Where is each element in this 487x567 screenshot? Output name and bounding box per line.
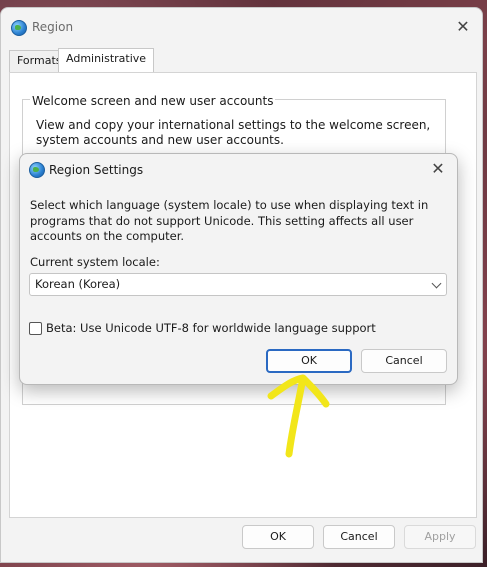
beta-utf8-label[interactable]: Beta: Use Unicode UTF-8 for worldwide la… bbox=[46, 321, 376, 335]
tab-administrative[interactable]: Administrative bbox=[58, 48, 155, 73]
beta-utf8-checkbox[interactable] bbox=[29, 322, 42, 335]
locale-value: Korean (Korea) bbox=[35, 277, 121, 291]
system-locale-select[interactable]: Korean (Korea) bbox=[29, 273, 447, 296]
groupbox-legend: Welcome screen and new user accounts bbox=[30, 94, 276, 108]
close-button[interactable]: ✕ bbox=[451, 16, 475, 40]
dialog-description: Select which language (system locale) to… bbox=[30, 198, 429, 243]
chevron-down-icon bbox=[431, 278, 442, 289]
dialog-close-button[interactable]: ✕ bbox=[426, 158, 450, 182]
cancel-button[interactable]: Cancel bbox=[323, 525, 395, 549]
region-settings-dialog: Region Settings ✕ Select which language … bbox=[19, 153, 458, 385]
window-title: Region bbox=[32, 20, 74, 34]
dialog-title: Region Settings bbox=[49, 163, 144, 177]
groupbox-description: View and copy your international setting… bbox=[36, 118, 431, 147]
title-bar: Region ✕ bbox=[1, 8, 482, 48]
dialog-cancel-button[interactable]: Cancel bbox=[361, 349, 447, 373]
dialog-ok-button[interactable]: OK bbox=[266, 349, 352, 373]
globe-icon bbox=[29, 162, 45, 178]
locale-label: Current system locale: bbox=[30, 255, 160, 269]
ok-button[interactable]: OK bbox=[242, 525, 314, 549]
globe-icon bbox=[11, 20, 27, 36]
apply-button[interactable]: Apply bbox=[404, 525, 476, 549]
